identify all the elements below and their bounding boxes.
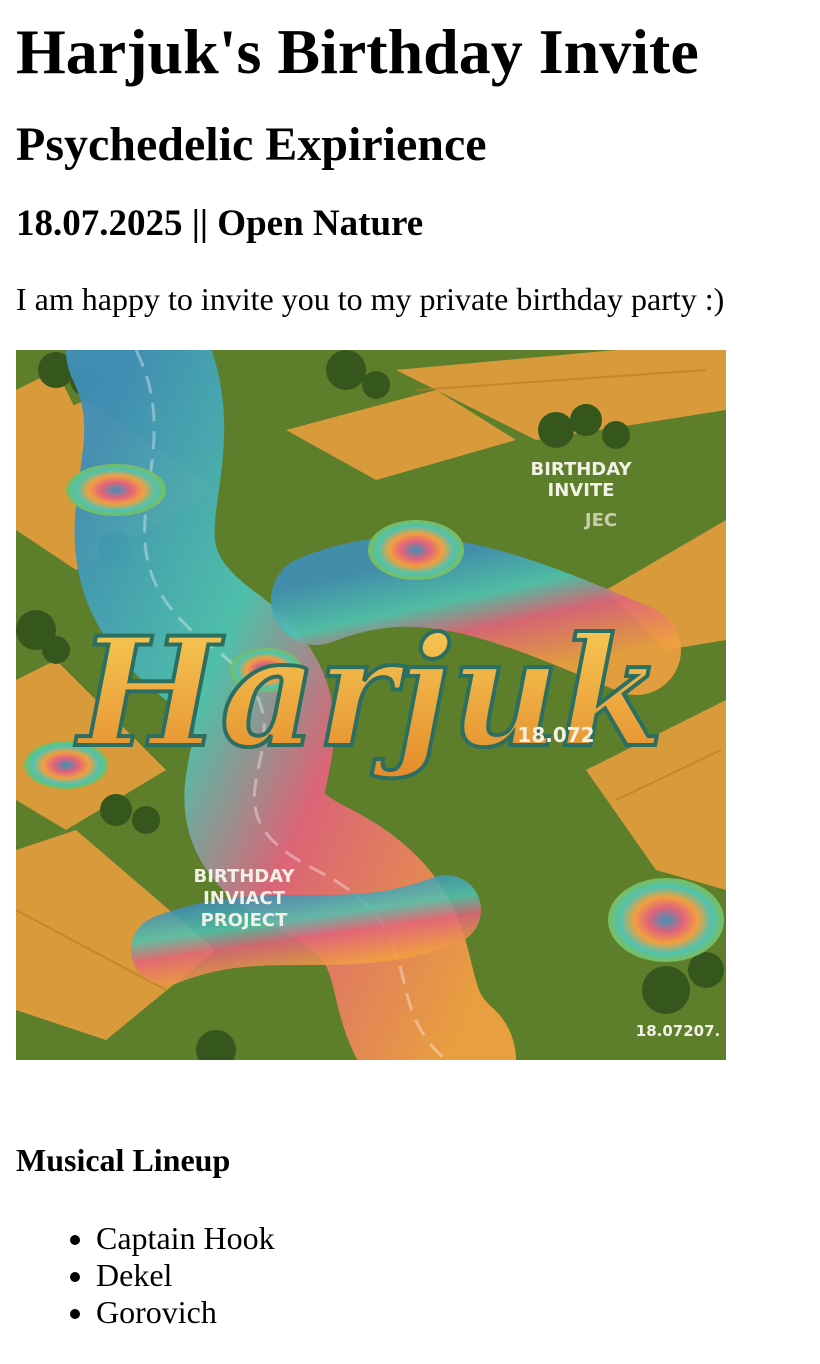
page-subtitle: Psychedelic Expirience [16,118,487,171]
poster-main-lettering: Harjuk [74,605,663,781]
lineup-artist: Captain Hook [96,1220,804,1257]
poster-label-bottom-2: INVIACT [203,888,286,909]
lineup-artist: Gorovich [96,1294,804,1331]
intro-text: I am happy to invite you to my private b… [16,281,725,317]
lineup-artist: Dekel [96,1257,804,1294]
page-title: Harjuk's Birthday Invite [16,16,699,87]
poster-label-bottom-1: BIRTHDAY [194,866,296,887]
poster-label-top-3: JEC [583,510,617,531]
lineup-heading: Musical Lineup [16,1142,231,1178]
invite-poster-image: Harjuk BIRTHDAY INVITE JEC 18.072 BIRTHD… [16,350,726,1060]
lineup-list: Captain Hook Dekel Gorovich [16,1220,804,1331]
poster-label-bottom-3: PROJECT [201,910,289,931]
poster-label-corner-date: 18.07207. [636,1022,720,1040]
page: Harjuk's Birthday Invite Psychedelic Exp… [0,14,820,1331]
poster-label-top-2: INVITE [548,480,615,501]
poster-label-top-1: BIRTHDAY [531,459,633,480]
event-date-location: 18.07.2025 || Open Nature [16,203,424,244]
poster-label-mid-date: 18.072 [517,723,594,747]
